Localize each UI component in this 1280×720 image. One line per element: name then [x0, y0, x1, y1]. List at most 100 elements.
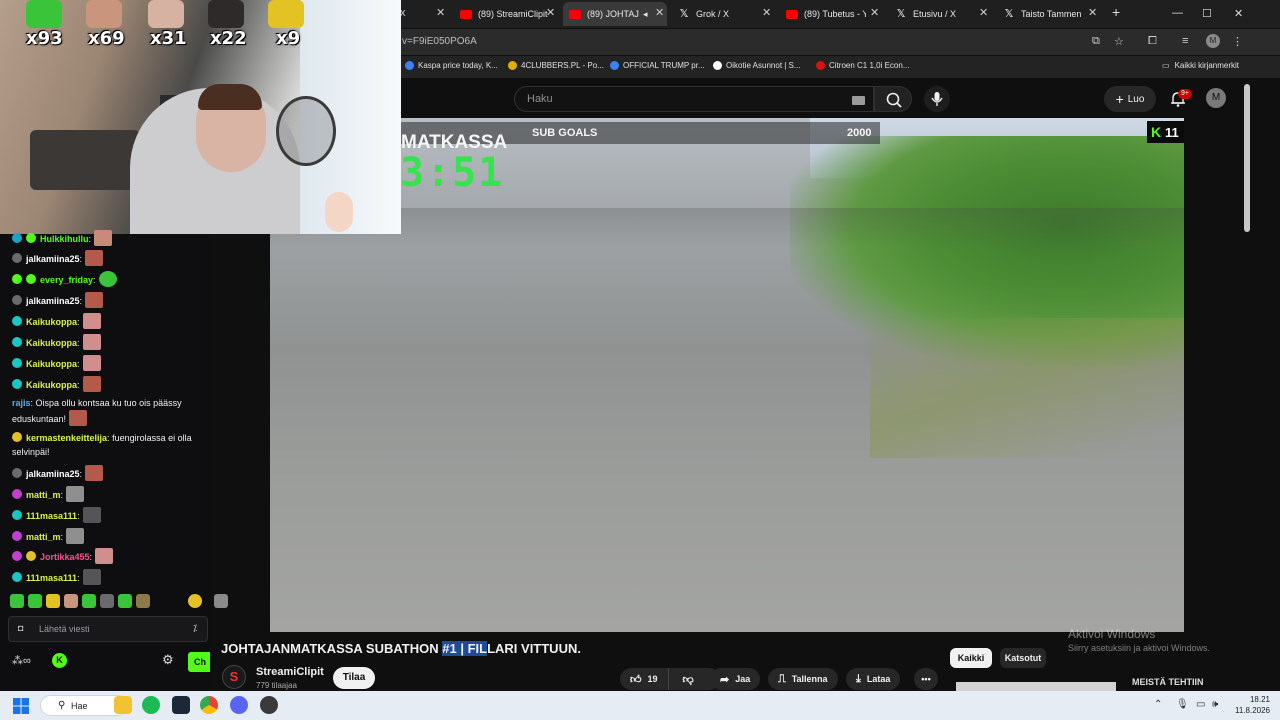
emote-icon[interactable] — [188, 594, 202, 608]
chat-send-button[interactable]: Ch — [188, 652, 210, 672]
thumbs-down-icon: 👎︎ — [682, 673, 694, 686]
badge-icon — [12, 551, 22, 561]
emote-icon — [69, 410, 88, 426]
tab-grok[interactable]: 𝕏 Grok / X — [678, 2, 758, 26]
kick-icon[interactable]: K — [52, 653, 67, 668]
file-explorer-icon[interactable] — [114, 696, 132, 714]
save-button[interactable]: ⎍ Tallenna — [768, 668, 838, 690]
cast-icon[interactable]: ⧉ — [1092, 35, 1100, 48]
reading-list-icon[interactable]: ≡ — [1182, 35, 1188, 47]
browser-menu-icon[interactable]: ⋮ — [1232, 35, 1243, 48]
windows-start-icon[interactable] — [12, 697, 30, 715]
bookmark-favicon-icon — [405, 61, 414, 70]
folder-icon: ▭ — [1162, 61, 1170, 70]
emote-icon[interactable] — [136, 594, 150, 608]
steam-icon[interactable] — [172, 696, 190, 714]
emote-icon[interactable] — [100, 594, 114, 608]
badge-icon — [12, 358, 22, 368]
tab-taisto[interactable]: 𝕏 Taisto Tammenle — [1003, 2, 1081, 26]
extensions-icon[interactable]: ⧠ — [1148, 35, 1157, 48]
tab-close-icon[interactable]: ✕ — [979, 8, 988, 19]
emote-icon[interactable] — [28, 594, 42, 608]
tab-close-icon[interactable]: ✕ — [1088, 8, 1097, 19]
microphone-icon — [931, 92, 943, 106]
new-tab-button[interactable]: + — [1112, 4, 1120, 20]
settings-gear-icon[interactable]: ⚙ — [162, 652, 174, 668]
points-icon[interactable]: ⁂∞ — [12, 654, 31, 667]
chip-all[interactable]: Kaikki — [950, 648, 992, 668]
tab-close-icon[interactable]: ✕ — [436, 8, 445, 19]
channel-avatar[interactable]: S — [222, 665, 246, 689]
voice-search-button[interactable] — [924, 86, 950, 112]
badge-icon — [26, 233, 36, 243]
tab-johtaja-active[interactable]: (89) JOHTAJA ◂ — [563, 2, 667, 26]
emote-icon[interactable] — [214, 594, 228, 608]
scroll-up-icon[interactable]: ▲ — [1244, 84, 1250, 90]
tab-close-icon[interactable]: ✕ — [546, 8, 555, 19]
activate-windows-subtext: Siirry asetuksiin ja aktivoi Windows. — [1068, 643, 1211, 653]
more-icon: ••• — [921, 674, 931, 684]
tab-close-icon[interactable]: ✕ — [870, 8, 879, 19]
emote-icon — [268, 0, 304, 28]
kick-icon: K — [1151, 124, 1162, 140]
tray-chevron-icon[interactable]: ⌃ — [1154, 699, 1162, 710]
dislike-button[interactable]: 👎︎ — [675, 673, 702, 686]
download-button[interactable]: ⤓ Lataa — [846, 668, 901, 690]
bookmark-citroen[interactable]: Citroen C1 1,0i Econ... — [816, 61, 909, 70]
browser-profile-avatar[interactable]: M — [1206, 34, 1220, 48]
address-bar[interactable]: v=F9iE050PO6A ⧉ ☆ ⧠ ≡ ⋮ — [400, 29, 1280, 55]
bookmark-oikotie[interactable]: Oikotie Asunnot | S... — [713, 61, 801, 70]
speaker-icon[interactable]: ◂ — [643, 9, 648, 20]
badge-icon — [26, 551, 36, 561]
bookmark-favicon-icon — [816, 61, 825, 70]
recommended-video-title[interactable]: MEISTÄ TEHTIIN — [1132, 677, 1204, 687]
emote-icon[interactable] — [82, 594, 96, 608]
emote-icon[interactable] — [64, 594, 78, 608]
bookmark-trump[interactable]: OFFICIAL TRUMP pr... — [610, 61, 705, 70]
badge-icon — [12, 274, 22, 284]
tab-etusivu[interactable]: 𝕏 Etusivu / X — [895, 2, 975, 26]
page-scrollbar[interactable] — [1244, 84, 1250, 232]
network-icon[interactable]: ▭ — [1196, 699, 1205, 710]
share-button[interactable]: ➦ Jaa — [710, 668, 761, 690]
search-input[interactable]: Haku — [514, 86, 874, 112]
window-close-icon[interactable]: ✕ — [1234, 7, 1243, 20]
like-button[interactable]: 👍︎ 19 — [620, 668, 669, 690]
channel-name[interactable]: StreamiClipit — [256, 666, 324, 678]
bookmark-kaspa[interactable]: Kaspa price today, K... — [405, 61, 498, 70]
emote-icon[interactable] — [10, 594, 24, 608]
tab-tubetus[interactable]: (89) Tubetus - Yo — [786, 2, 866, 26]
spotify-icon[interactable] — [142, 696, 160, 714]
bookmarks-bar: Kaspa price today, K... 4CLUBBERS.PL - P… — [400, 56, 1280, 78]
emote-icon[interactable] — [118, 594, 132, 608]
chat-message-input[interactable]: ◘ Lähetä viesti ⁒ — [8, 616, 208, 642]
youtube-account-avatar[interactable]: M — [1206, 88, 1226, 108]
subscribe-button[interactable]: Tilaa — [333, 667, 375, 689]
taskbar-clock[interactable]: 18.21 11.8.2026 — [1224, 694, 1270, 716]
chip-watched[interactable]: Katsotut — [1000, 648, 1046, 668]
app-icon[interactable] — [260, 696, 278, 714]
youtube-icon — [786, 9, 798, 19]
tab-streamiclipit[interactable]: (89) StreamiClipit — [460, 2, 558, 26]
chrome-icon[interactable] — [200, 696, 218, 714]
tab-close-icon[interactable]: ✕ — [762, 8, 771, 19]
tab-close-icon[interactable]: ✕ — [655, 8, 664, 19]
emote-icon[interactable] — [46, 594, 60, 608]
url-text[interactable]: v=F9iE050PO6A — [402, 36, 477, 47]
volume-icon[interactable]: 🕪︎ — [1212, 699, 1218, 710]
more-actions-button[interactable]: ••• — [914, 668, 938, 690]
discord-icon[interactable] — [230, 696, 248, 714]
maximize-icon[interactable]: ☐ — [1202, 7, 1212, 20]
like-dislike-group: 👍︎ 19 👎︎ — [620, 668, 720, 690]
minimize-icon[interactable]: — — [1172, 7, 1183, 19]
keyboard-icon[interactable] — [852, 96, 865, 105]
fan-image — [276, 96, 336, 166]
bookmark-star-icon[interactable]: ☆ — [1114, 35, 1124, 48]
microphone-icon[interactable]: 🎙︎ — [1176, 699, 1189, 710]
create-button[interactable]: + Luo — [1104, 86, 1156, 112]
emote-picker-icon[interactable]: ⁒ — [193, 623, 197, 634]
search-button[interactable] — [874, 86, 912, 112]
all-bookmarks[interactable]: ▭ Kaikki kirjanmerkit — [1162, 61, 1239, 70]
bookmark-4clubbers[interactable]: 4CLUBBERS.PL - Po... — [508, 61, 604, 70]
webcam-overlay: x93 x69 x31 x22 x9 — [0, 0, 401, 234]
